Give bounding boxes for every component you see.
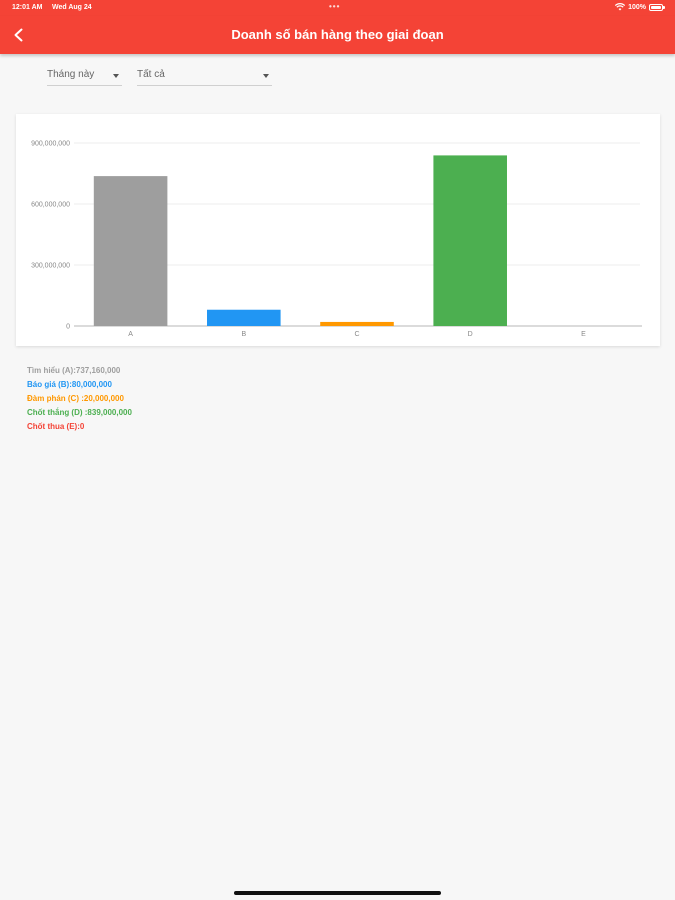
app-bar: Doanh số bán hàng theo giai đoạn [0,16,675,54]
x-tick-label: A [128,331,133,338]
legend-item: Chốt thua (E):0 [27,422,85,431]
period-dropdown[interactable]: Tháng này [47,66,122,86]
status-right: 100% [615,3,665,11]
legend-item: Tìm hiểu (A):737,160,000 [27,366,121,375]
x-tick-label: E [581,331,586,338]
y-tick-label: 600,000,000 [31,202,70,209]
battery-percent: 100% [628,3,646,11]
wifi-icon [615,3,626,11]
status-time: 12:01 AM [12,4,43,11]
status-date: Wed Aug 24 [52,4,92,11]
bar-c [320,321,394,326]
x-tick-label: D [468,331,473,338]
legend-item: Báo giá (B):80,000,000 [27,380,112,389]
home-indicator[interactable] [234,891,441,895]
status-bar: 12:01 AM Wed Aug 24 ••• 100% [0,0,675,16]
y-tick-label: 300,000,000 [31,263,70,270]
caret-down-icon [263,74,269,78]
caret-down-icon [113,74,119,78]
bar-a [93,176,168,326]
battery-icon [649,3,665,11]
chart-card: 0 300,000,000 600,000,000 900,000,000 A B C D E [16,114,660,346]
bar-b [207,309,281,326]
scope-dropdown[interactable]: Tất cả [137,66,272,86]
bar-d [433,155,507,326]
x-tick-label: B [241,331,246,338]
chart-legend: Tìm hiểu (A):737,160,000 Báo giá (B):80,0… [27,364,132,434]
battery-fill [651,5,661,9]
y-tick-label: 0 [66,324,70,331]
multitasking-dots-icon[interactable]: ••• [329,2,340,11]
sales-stage-bar-chart: 0 300,000,000 600,000,000 900,000,000 A B C D E [31,141,642,338]
period-dropdown-value: Tháng này [47,69,95,80]
scope-dropdown-value: Tất cả [137,69,165,80]
legend-item: Chốt thắng (D) :839,000,000 [27,408,132,417]
y-tick-label: 900,000,000 [31,141,70,148]
legend-item: Đàm phán (C) :20,000,000 [27,394,124,403]
x-tick-label: C [354,331,359,338]
page-title: Doanh số bán hàng theo giai đoạn [231,27,444,42]
